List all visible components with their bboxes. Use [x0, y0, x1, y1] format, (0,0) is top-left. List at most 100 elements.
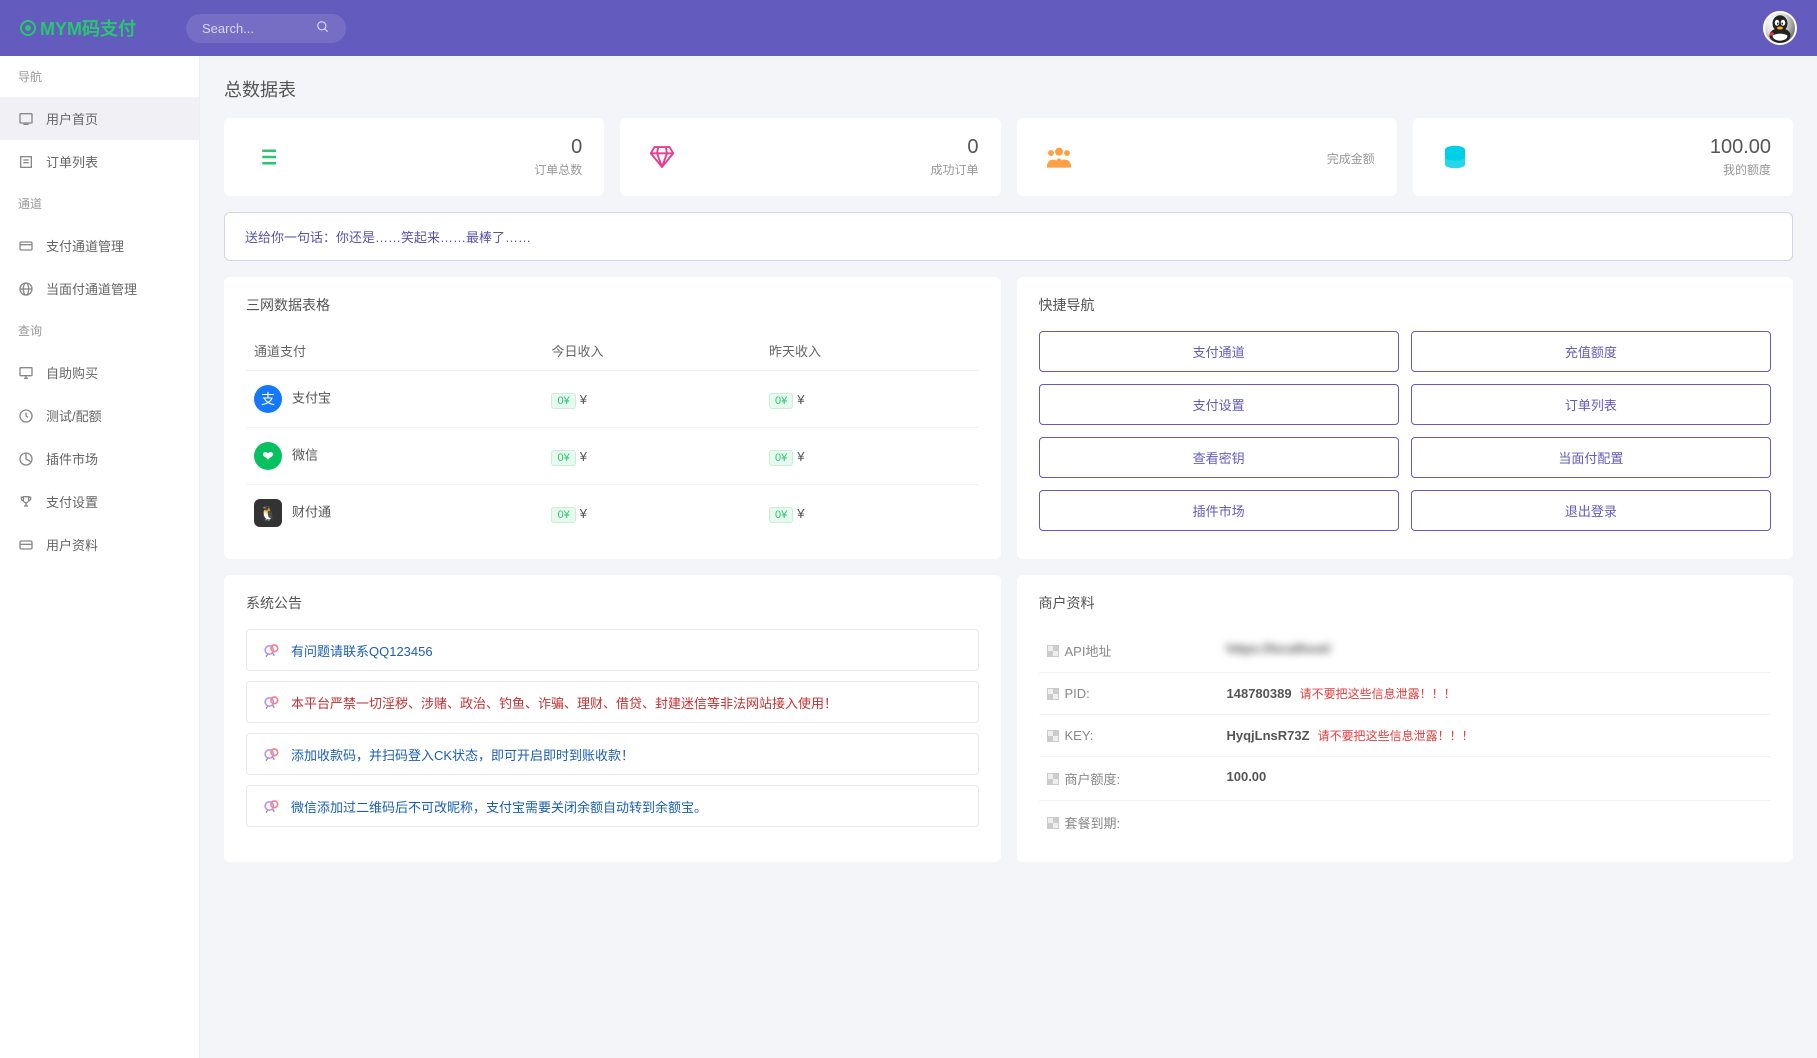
sidebar-item-label: 用户首页 [46, 109, 98, 128]
today-badge: 0¥ [551, 393, 575, 409]
yesterday-badge: 0¥ [769, 393, 793, 409]
today-value: ¥ [580, 449, 587, 464]
quote-banner: 送给你一句话：你还是……笑起来……最棒了…… [224, 212, 1793, 261]
logo-text: MYM码支付 [40, 15, 136, 41]
notices-title: 系统公告 [246, 593, 979, 613]
logo: MYM码支付 [20, 15, 136, 41]
payment-table: 通道支付今日收入昨天收入 支支付宝0¥¥0¥¥❤微信0¥¥0¥¥🐧财付通0¥¥0… [246, 331, 979, 541]
quicknav-button[interactable]: 查看密钥 [1039, 437, 1399, 478]
yesterday-value: ¥ [797, 449, 804, 464]
grid-icon [1047, 817, 1059, 829]
sidebar-item[interactable]: 订单列表 [0, 140, 199, 183]
sidebar-item-label: 用户资料 [46, 535, 98, 554]
stat-label: 订单总数 [534, 161, 582, 178]
today-badge: 0¥ [551, 507, 575, 523]
quicknav-button[interactable]: 支付设置 [1039, 384, 1399, 425]
grid-icon [1047, 688, 1059, 700]
sidebar-item-label: 自助购买 [46, 363, 98, 382]
merchant-value: 100.00 [1227, 769, 1267, 788]
card-icon [18, 238, 34, 254]
idcard-icon [18, 537, 34, 553]
table-header: 今日收入 [543, 331, 761, 371]
merchant-row: API地址https://localhost/ [1039, 629, 1772, 673]
wechat-icon: ❤ [254, 442, 282, 470]
merchant-label: 商户额度: [1047, 769, 1227, 788]
quicknav-title: 快捷导航 [1039, 295, 1772, 315]
notice-icon [261, 640, 281, 660]
stat-label: 成功订单 [930, 161, 978, 178]
merchant-value: HyqjLnsR73Z请不要把这些信息泄露！！！ [1227, 727, 1474, 744]
yesterday-badge: 0¥ [769, 450, 793, 466]
yesterday-badge: 0¥ [769, 507, 793, 523]
sidebar-item[interactable]: 当面付通道管理 [0, 267, 199, 310]
warning-text: 请不要把这些信息泄露！！！ [1300, 687, 1456, 701]
quicknav-button[interactable]: 插件市场 [1039, 490, 1399, 531]
stat-card: 完成金额 [1017, 118, 1397, 196]
sidebar-item-label: 支付设置 [46, 492, 98, 511]
notice-text: 本平台严禁一切淫秽、涉赌、政治、钓鱼、诈骗、理财、借贷、封建迷信等非法网站接入使… [291, 693, 837, 712]
stat-icon [1039, 137, 1079, 177]
sidebar-item-label: 支付通道管理 [46, 236, 124, 255]
pie-icon [18, 451, 34, 467]
notice-item[interactable]: 添加收款码，并扫码登入CK状态，即可开启即时到账收款！ [246, 733, 979, 775]
stat-value: 0 [534, 136, 582, 159]
merchant-card: 商户资料 API地址https://localhost/PID:14878038… [1017, 575, 1794, 862]
sidebar-item-label: 订单列表 [46, 152, 98, 171]
notice-item[interactable]: 本平台严禁一切淫秽、涉赌、政治、钓鱼、诈骗、理财、借贷、封建迷信等非法网站接入使… [246, 681, 979, 723]
sidebar-group: 查询 [0, 310, 199, 351]
quicknav-card: 快捷导航 支付通道充值额度支付设置订单列表查看密钥当面付配置插件市场退出登录 [1017, 277, 1794, 559]
sidebar-item[interactable]: 支付设置 [0, 480, 199, 523]
notice-icon [261, 744, 281, 764]
search-box[interactable] [186, 14, 346, 43]
sidebar-item[interactable]: 自助购买 [0, 351, 199, 394]
monitor-icon [18, 365, 34, 381]
globe-icon [18, 281, 34, 297]
quicknav-button[interactable]: 当面付配置 [1411, 437, 1771, 478]
avatar[interactable] [1763, 11, 1797, 45]
payment-table-card: 三网数据表格 通道支付今日收入昨天收入 支支付宝0¥¥0¥¥❤微信0¥¥0¥¥🐧… [224, 277, 1001, 559]
sidebar-item[interactable]: 测试/配额 [0, 394, 199, 437]
merchant-row: PID:148780389请不要把这些信息泄露！！！ [1039, 673, 1772, 715]
sidebar: 导航用户首页订单列表通道支付通道管理当面付通道管理查询自助购买测试/配额插件市场… [0, 56, 200, 1058]
today-value: ¥ [580, 392, 587, 407]
warning-text: 请不要把这些信息泄露！！！ [1318, 729, 1474, 743]
notice-icon [261, 692, 281, 712]
merchant-label: API地址 [1047, 641, 1227, 660]
stats-row: 0 订单总数 0 成功订单 完成金额100.00我的额度 [224, 118, 1793, 196]
notice-item[interactable]: 有问题请联系QQ123456 [246, 629, 979, 671]
sidebar-item[interactable]: 插件市场 [0, 437, 199, 480]
notice-text: 添加收款码，并扫码登入CK状态，即可开启即时到账收款！ [291, 745, 634, 764]
alipay-icon: 支 [254, 385, 282, 413]
clock-icon [18, 408, 34, 424]
grid-icon [1047, 773, 1059, 785]
search-input[interactable] [202, 21, 308, 36]
top-bar: MYM码支付 [0, 0, 1817, 56]
sidebar-item-label: 当面付通道管理 [46, 279, 137, 298]
qq-icon: 🐧 [254, 499, 282, 527]
sidebar-item[interactable]: 用户资料 [0, 523, 199, 566]
channel-name: 财付通 [292, 504, 331, 519]
notice-item[interactable]: 微信添加过二维码后不可改昵称，支付宝需要关闭余额自动转到余额宝。 [246, 785, 979, 827]
search-icon[interactable] [316, 20, 330, 37]
table-row: ❤微信0¥¥0¥¥ [246, 428, 979, 485]
merchant-title: 商户资料 [1039, 593, 1772, 613]
quicknav-button[interactable]: 退出登录 [1411, 490, 1771, 531]
quicknav-button[interactable]: 支付通道 [1039, 331, 1399, 372]
payment-table-title: 三网数据表格 [246, 295, 979, 315]
sidebar-item[interactable]: 用户首页 [0, 97, 199, 140]
stat-label: 我的额度 [1710, 161, 1771, 178]
merchant-label: PID: [1047, 685, 1227, 702]
stat-icon [246, 137, 286, 177]
today-badge: 0¥ [551, 450, 575, 466]
merchant-row: 商户额度:100.00 [1039, 757, 1772, 801]
merchant-value: https://localhost/ [1227, 641, 1331, 660]
quicknav-button[interactable]: 订单列表 [1411, 384, 1771, 425]
page-title: 总数据表 [224, 76, 1793, 102]
quicknav-button[interactable]: 充值额度 [1411, 331, 1771, 372]
stat-card: 100.00我的额度 [1413, 118, 1793, 196]
notice-text: 微信添加过二维码后不可改昵称，支付宝需要关闭余额自动转到余额宝。 [291, 797, 707, 816]
quicknav-grid: 支付通道充值额度支付设置订单列表查看密钥当面付配置插件市场退出登录 [1039, 331, 1772, 531]
sidebar-item[interactable]: 支付通道管理 [0, 224, 199, 267]
main-content: 总数据表 0订单总数0成功订单完成金额100.00我的额度 送给你一句话：你还是… [200, 56, 1817, 1058]
stat-value: 0 [930, 136, 978, 159]
